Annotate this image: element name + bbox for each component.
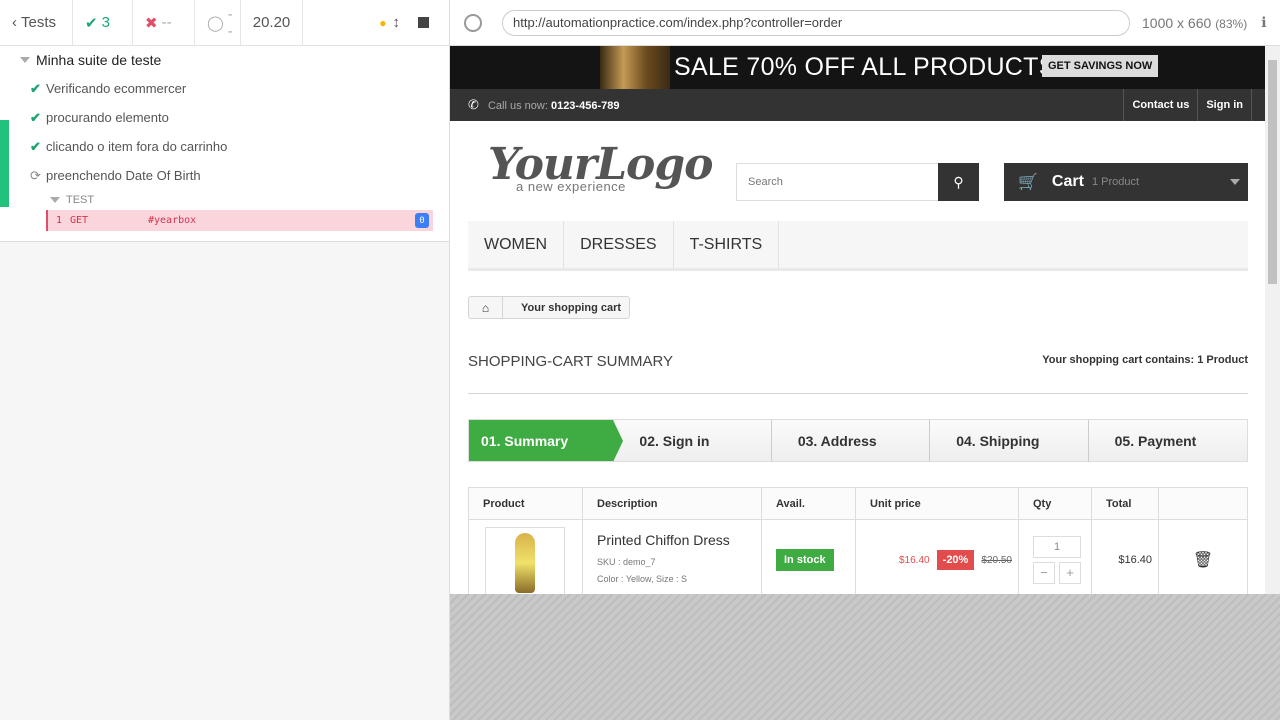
check-icon: ✔ (30, 80, 41, 96)
runnables: Minha suite de teste ✔ Verificando ecomm… (0, 46, 449, 242)
divider (468, 393, 1248, 394)
step-address: 03. Address (772, 420, 931, 462)
command-selector: #yearbox (148, 215, 197, 226)
reporter-controls: ● ↕ (303, 0, 449, 46)
product-attributes: Color : Yellow, Size : S (597, 573, 688, 584)
product-image[interactable] (485, 526, 565, 594)
contact-us-link[interactable]: Contact us (1123, 89, 1197, 121)
scrollbar-thumb[interactable] (1268, 60, 1277, 284)
main-menu: WOMEN DRESSES T-SHIRTS (468, 221, 1248, 271)
trash-icon[interactable]: 🗑 (1193, 552, 1213, 569)
viewport-size: 1000 x 660 (83%) (1142, 14, 1248, 31)
stop-icon[interactable] (418, 17, 429, 28)
product-sku: SKU : demo_7 (597, 556, 656, 567)
discount-badge: -20% (936, 549, 975, 570)
column-header: Avail. (761, 487, 856, 520)
product-name[interactable]: Printed Chiffon Dress (597, 532, 761, 548)
circle-icon: ◯ (207, 14, 224, 32)
url-field[interactable]: http://automationpractice.com/index.php?… (502, 9, 1130, 36)
suite-title[interactable]: Minha suite de teste (0, 46, 449, 74)
passed-count: ✔ 3 (73, 0, 133, 46)
status-dot-icon: ● (379, 15, 387, 30)
table-row: Printed Chiffon Dress SKU : demo_7 Color… (468, 519, 1248, 594)
step-summary: 01. Summary (469, 420, 624, 462)
scrollbar[interactable] (1265, 46, 1280, 594)
cart-button[interactable]: 🛒 Cart 1 Product (1004, 163, 1248, 201)
banner-model-image (600, 46, 670, 89)
get-savings-button[interactable]: GET SAVINGS NOW (1042, 55, 1159, 77)
page-title: SHOPPING-CART SUMMARY (468, 353, 674, 370)
aut-panel: http://automationpractice.com/index.php?… (450, 0, 1280, 720)
menu-item-dresses[interactable]: DRESSES (564, 221, 674, 268)
breadcrumb: ⌂ Your shopping cart (468, 296, 631, 319)
command-log-panel: ‹ Tests ✔ 3 ✖ -- ◯ -- 20.20 ● ↕ Minha su… (0, 0, 450, 720)
aut-iframe: SALE 70% OFF ALL PRODUCTS GET SAVINGS NO… (450, 46, 1280, 594)
cart-icon: 🛒 (1018, 174, 1038, 191)
info-icon[interactable]: ℹ (1261, 14, 1266, 31)
step-arrow (613, 420, 624, 462)
step-shipping: 04. Shipping (930, 420, 1089, 462)
minus-icon[interactable]: − (1033, 561, 1055, 584)
duration: 20.20 (241, 0, 303, 46)
reporter-header: ‹ Tests ✔ 3 ✖ -- ◯ -- 20.20 ● ↕ (0, 0, 449, 46)
search-button[interactable]: ⚲ (938, 163, 979, 201)
test-item[interactable]: ✔ Verificando ecommercer (0, 74, 449, 103)
site-header: YourLogo a new experience Search ⚲ 🛒 Car… (450, 121, 1280, 221)
command-number: 1 (55, 215, 62, 226)
column-header: Description (582, 487, 762, 520)
check-icon: ✔ (30, 109, 41, 125)
auto-scroll-icon[interactable]: ↕ (393, 14, 401, 31)
cart-table: Product Description Avail. Unit price Qt… (468, 487, 1248, 594)
caret-down-icon (50, 197, 60, 203)
command-count-badge: 0 (415, 213, 429, 228)
column-header: Total (1091, 487, 1159, 520)
hook-header[interactable]: TEST (50, 190, 449, 210)
search-input[interactable]: Search ⚲ (736, 163, 979, 201)
chevron-left-icon: ‹ (12, 14, 17, 31)
call-us: ✆ Call us now: 0123-456-789 (468, 97, 620, 112)
column-header (1158, 487, 1248, 520)
refresh-icon: ⟳ (30, 167, 41, 183)
sign-in-link[interactable]: Sign in (1197, 89, 1252, 121)
unit-price: $16.40 (899, 554, 930, 566)
column-header: Unit price (855, 487, 1019, 520)
check-icon: ✔ (30, 138, 41, 154)
menu-item-tshirts[interactable]: T-SHIRTS (674, 221, 780, 268)
failed-count: ✖ -- (133, 0, 195, 46)
test-item-running[interactable]: ⟳ preenchendo Date Of Birth (0, 161, 449, 190)
plus-icon[interactable]: + (1059, 561, 1081, 584)
phone-icon: ✆ (468, 97, 479, 112)
line-total: $16.40 (1118, 553, 1152, 566)
x-icon: ✖ (145, 14, 158, 32)
chevron-down-icon (1230, 179, 1240, 185)
top-nav: ✆ Call us now: 0123-456-789 Contact us S… (450, 89, 1280, 121)
command-name: GET (70, 215, 89, 226)
promo-banner[interactable]: SALE 70% OFF ALL PRODUCTS GET SAVINGS NO… (450, 46, 1280, 89)
banner-text: SALE 70% OFF ALL PRODUCTS (674, 53, 1056, 81)
check-icon: ✔ (85, 14, 98, 32)
cart-contains: Your shopping cart contains: 1 Product (1042, 354, 1248, 366)
home-icon[interactable]: ⌂ (469, 297, 503, 318)
menu-item-women[interactable]: WOMEN (468, 221, 565, 268)
caret-down-icon (20, 57, 30, 63)
step-sign-in: 02. Sign in (613, 420, 772, 462)
column-header: Qty (1018, 487, 1092, 520)
back-to-tests-button[interactable]: ‹ Tests (0, 0, 73, 46)
old-price: $20.50 (981, 554, 1012, 566)
checkout-steps: 01. Summary 02. Sign in 03. Address 04. … (468, 419, 1248, 462)
test-item[interactable]: ✔ clicando o item fora do carrinho (0, 132, 449, 161)
table-header-row: Product Description Avail. Unit price Qt… (468, 487, 1248, 520)
search-icon: ⚲ (953, 173, 964, 190)
quantity-input[interactable]: 1 (1033, 535, 1081, 558)
step-payment: 05. Payment (1114, 432, 1197, 449)
logo-tagline: a new experience (516, 179, 626, 194)
column-header: Product (468, 487, 583, 520)
command-row[interactable]: 1 GET #yearbox 0 (46, 210, 433, 231)
aut-header: http://automationpractice.com/index.php?… (450, 0, 1280, 46)
pending-count: ◯ -- (195, 0, 241, 46)
test-item[interactable]: ✔ procurando elemento (0, 103, 449, 132)
status-badge: In stock (776, 548, 834, 571)
selector-playground-icon[interactable] (464, 13, 482, 32)
